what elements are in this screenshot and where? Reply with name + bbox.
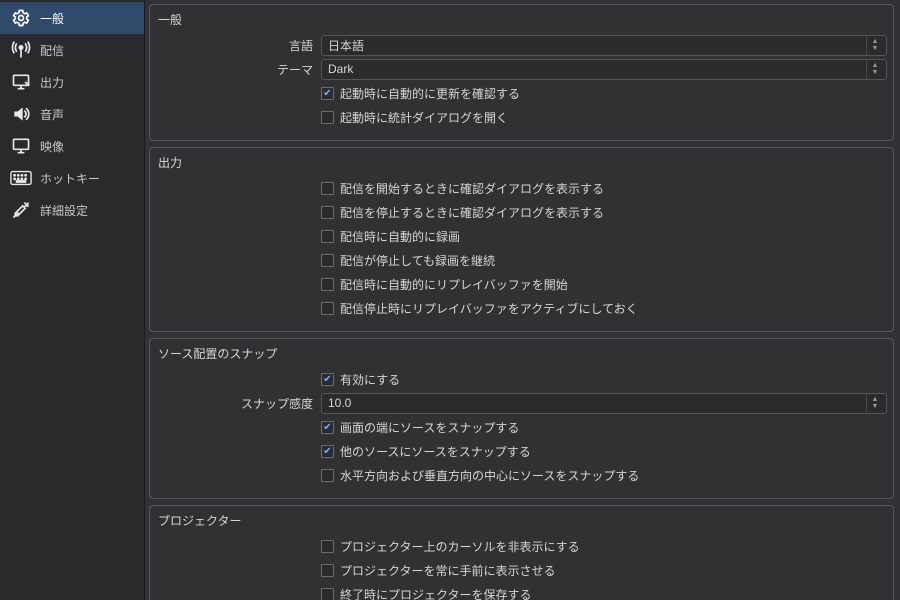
sidebar-item-video[interactable]: 映像 bbox=[0, 130, 144, 162]
group-projector: プロジェクター プロジェクター上のカーソルを非表示にするプロジェクターを常に手前… bbox=[149, 505, 894, 600]
monitor-arrow-icon bbox=[8, 72, 34, 92]
group-title-snapping: ソース配置のスナップ bbox=[158, 345, 885, 362]
sidebar-item-hotkeys[interactable]: ホットキー bbox=[0, 162, 144, 194]
spinbox-snap-sensitivity[interactable]: 10.0 ▲▼ bbox=[321, 393, 887, 414]
group-title-output: 出力 bbox=[158, 154, 885, 171]
sidebar-item-label: 映像 bbox=[40, 138, 136, 155]
dropdown-language[interactable]: 日本語 ▲▼ bbox=[321, 35, 887, 56]
checkbox-snapping-enable[interactable]: 有効にする bbox=[321, 371, 400, 388]
sidebar-item-stream[interactable]: 配信 bbox=[0, 34, 144, 66]
checkbox-output-5[interactable]: 配信停止時にリプレイバッファをアクティブにしておく bbox=[321, 300, 638, 317]
checkbox-box bbox=[321, 278, 334, 291]
sidebar-item-label: ホットキー bbox=[40, 170, 136, 187]
sidebar: 一般配信出力音声映像ホットキー詳細設定 bbox=[0, 0, 145, 600]
sidebar-item-output[interactable]: 出力 bbox=[0, 66, 144, 98]
checkbox-box bbox=[321, 421, 334, 434]
checkbox-box bbox=[321, 564, 334, 577]
sidebar-item-general[interactable]: 一般 bbox=[0, 2, 144, 34]
checkbox-label: 起動時に自動的に更新を確認する bbox=[340, 85, 520, 102]
checkbox-output-2[interactable]: 配信時に自動的に録画 bbox=[321, 228, 460, 245]
checkbox-label: プロジェクターを常に手前に表示させる bbox=[340, 562, 556, 579]
checkbox-label: 配信時に自動的にリプレイバッファを開始 bbox=[340, 276, 568, 293]
checkbox-box bbox=[321, 206, 334, 219]
sidebar-item-advanced[interactable]: 詳細設定 bbox=[0, 194, 144, 226]
label-snap-sensitivity: スナップ感度 bbox=[156, 395, 321, 412]
monitor-icon bbox=[8, 136, 34, 156]
checkbox-projector-1[interactable]: プロジェクターを常に手前に表示させる bbox=[321, 562, 556, 579]
checkbox-label: 配信が停止しても録画を継続 bbox=[340, 252, 495, 269]
checkbox-label: 配信を開始するときに確認ダイアログを表示する bbox=[340, 180, 604, 197]
group-title-general: 一般 bbox=[158, 11, 885, 28]
chevron-updown-icon: ▲▼ bbox=[866, 60, 880, 79]
checkbox-output-1[interactable]: 配信を停止するときに確認ダイアログを表示する bbox=[321, 204, 604, 221]
stepper-updown-icon: ▲▼ bbox=[866, 394, 880, 413]
checkbox-box bbox=[321, 445, 334, 458]
checkbox-box bbox=[321, 87, 334, 100]
label-theme: テーマ bbox=[156, 61, 321, 78]
group-title-projector: プロジェクター bbox=[158, 512, 885, 529]
checkbox-snapping-0[interactable]: 画面の端にソースをスナップする bbox=[321, 419, 519, 436]
checkbox-output-3[interactable]: 配信が停止しても録画を継続 bbox=[321, 252, 495, 269]
settings-main: 一般 言語 日本語 ▲▼ テーマ Dark ▲▼ bbox=[145, 0, 900, 600]
checkbox-box bbox=[321, 588, 334, 600]
chevron-updown-icon: ▲▼ bbox=[866, 36, 880, 55]
tools-icon bbox=[8, 200, 34, 220]
checkbox-label: 終了時にプロジェクターを保存する bbox=[340, 586, 532, 600]
sidebar-item-label: 音声 bbox=[40, 106, 136, 123]
checkbox-general-1[interactable]: 起動時に統計ダイアログを開く bbox=[321, 109, 508, 126]
keyboard-icon bbox=[8, 168, 34, 188]
checkbox-box bbox=[321, 230, 334, 243]
checkbox-box bbox=[321, 469, 334, 482]
group-snapping: ソース配置のスナップ 有効にする スナップ感度 10.0 ▲▼ bbox=[149, 338, 894, 499]
sidebar-item-label: 出力 bbox=[40, 74, 136, 91]
dropdown-theme[interactable]: Dark ▲▼ bbox=[321, 59, 887, 80]
checkbox-snapping-2[interactable]: 水平方向および垂直方向の中心にソースをスナップする bbox=[321, 467, 639, 484]
antenna-icon bbox=[8, 40, 34, 60]
checkbox-label: 配信を停止するときに確認ダイアログを表示する bbox=[340, 204, 604, 221]
checkbox-label: 配信時に自動的に録画 bbox=[340, 228, 460, 245]
sidebar-item-label: 一般 bbox=[40, 10, 136, 27]
checkbox-output-0[interactable]: 配信を開始するときに確認ダイアログを表示する bbox=[321, 180, 604, 197]
checkbox-label: プロジェクター上のカーソルを非表示にする bbox=[340, 538, 580, 555]
checkbox-snapping-1[interactable]: 他のソースにソースをスナップする bbox=[321, 443, 531, 460]
checkbox-projector-2[interactable]: 終了時にプロジェクターを保存する bbox=[321, 586, 532, 600]
checkbox-label: 画面の端にソースをスナップする bbox=[340, 419, 519, 436]
label-language: 言語 bbox=[156, 37, 321, 54]
checkbox-general-0[interactable]: 起動時に自動的に更新を確認する bbox=[321, 85, 520, 102]
sidebar-item-label: 配信 bbox=[40, 42, 136, 59]
group-output: 出力 配信を開始するときに確認ダイアログを表示する配信を停止するときに確認ダイア… bbox=[149, 147, 894, 332]
checkbox-label: 配信停止時にリプレイバッファをアクティブにしておく bbox=[340, 300, 638, 317]
checkbox-label: 水平方向および垂直方向の中心にソースをスナップする bbox=[340, 467, 639, 484]
checkbox-box bbox=[321, 182, 334, 195]
checkbox-label: 起動時に統計ダイアログを開く bbox=[340, 109, 508, 126]
sidebar-item-audio[interactable]: 音声 bbox=[0, 98, 144, 130]
checkbox-box bbox=[321, 540, 334, 553]
checkbox-box bbox=[321, 254, 334, 267]
speaker-icon bbox=[8, 104, 34, 124]
checkbox-label: 他のソースにソースをスナップする bbox=[340, 443, 531, 460]
checkbox-box bbox=[321, 302, 334, 315]
checkbox-box bbox=[321, 111, 334, 124]
sidebar-item-label: 詳細設定 bbox=[40, 202, 136, 219]
checkbox-projector-0[interactable]: プロジェクター上のカーソルを非表示にする bbox=[321, 538, 580, 555]
checkbox-output-4[interactable]: 配信時に自動的にリプレイバッファを開始 bbox=[321, 276, 568, 293]
group-general: 一般 言語 日本語 ▲▼ テーマ Dark ▲▼ bbox=[149, 4, 894, 141]
gear-icon bbox=[8, 8, 34, 28]
